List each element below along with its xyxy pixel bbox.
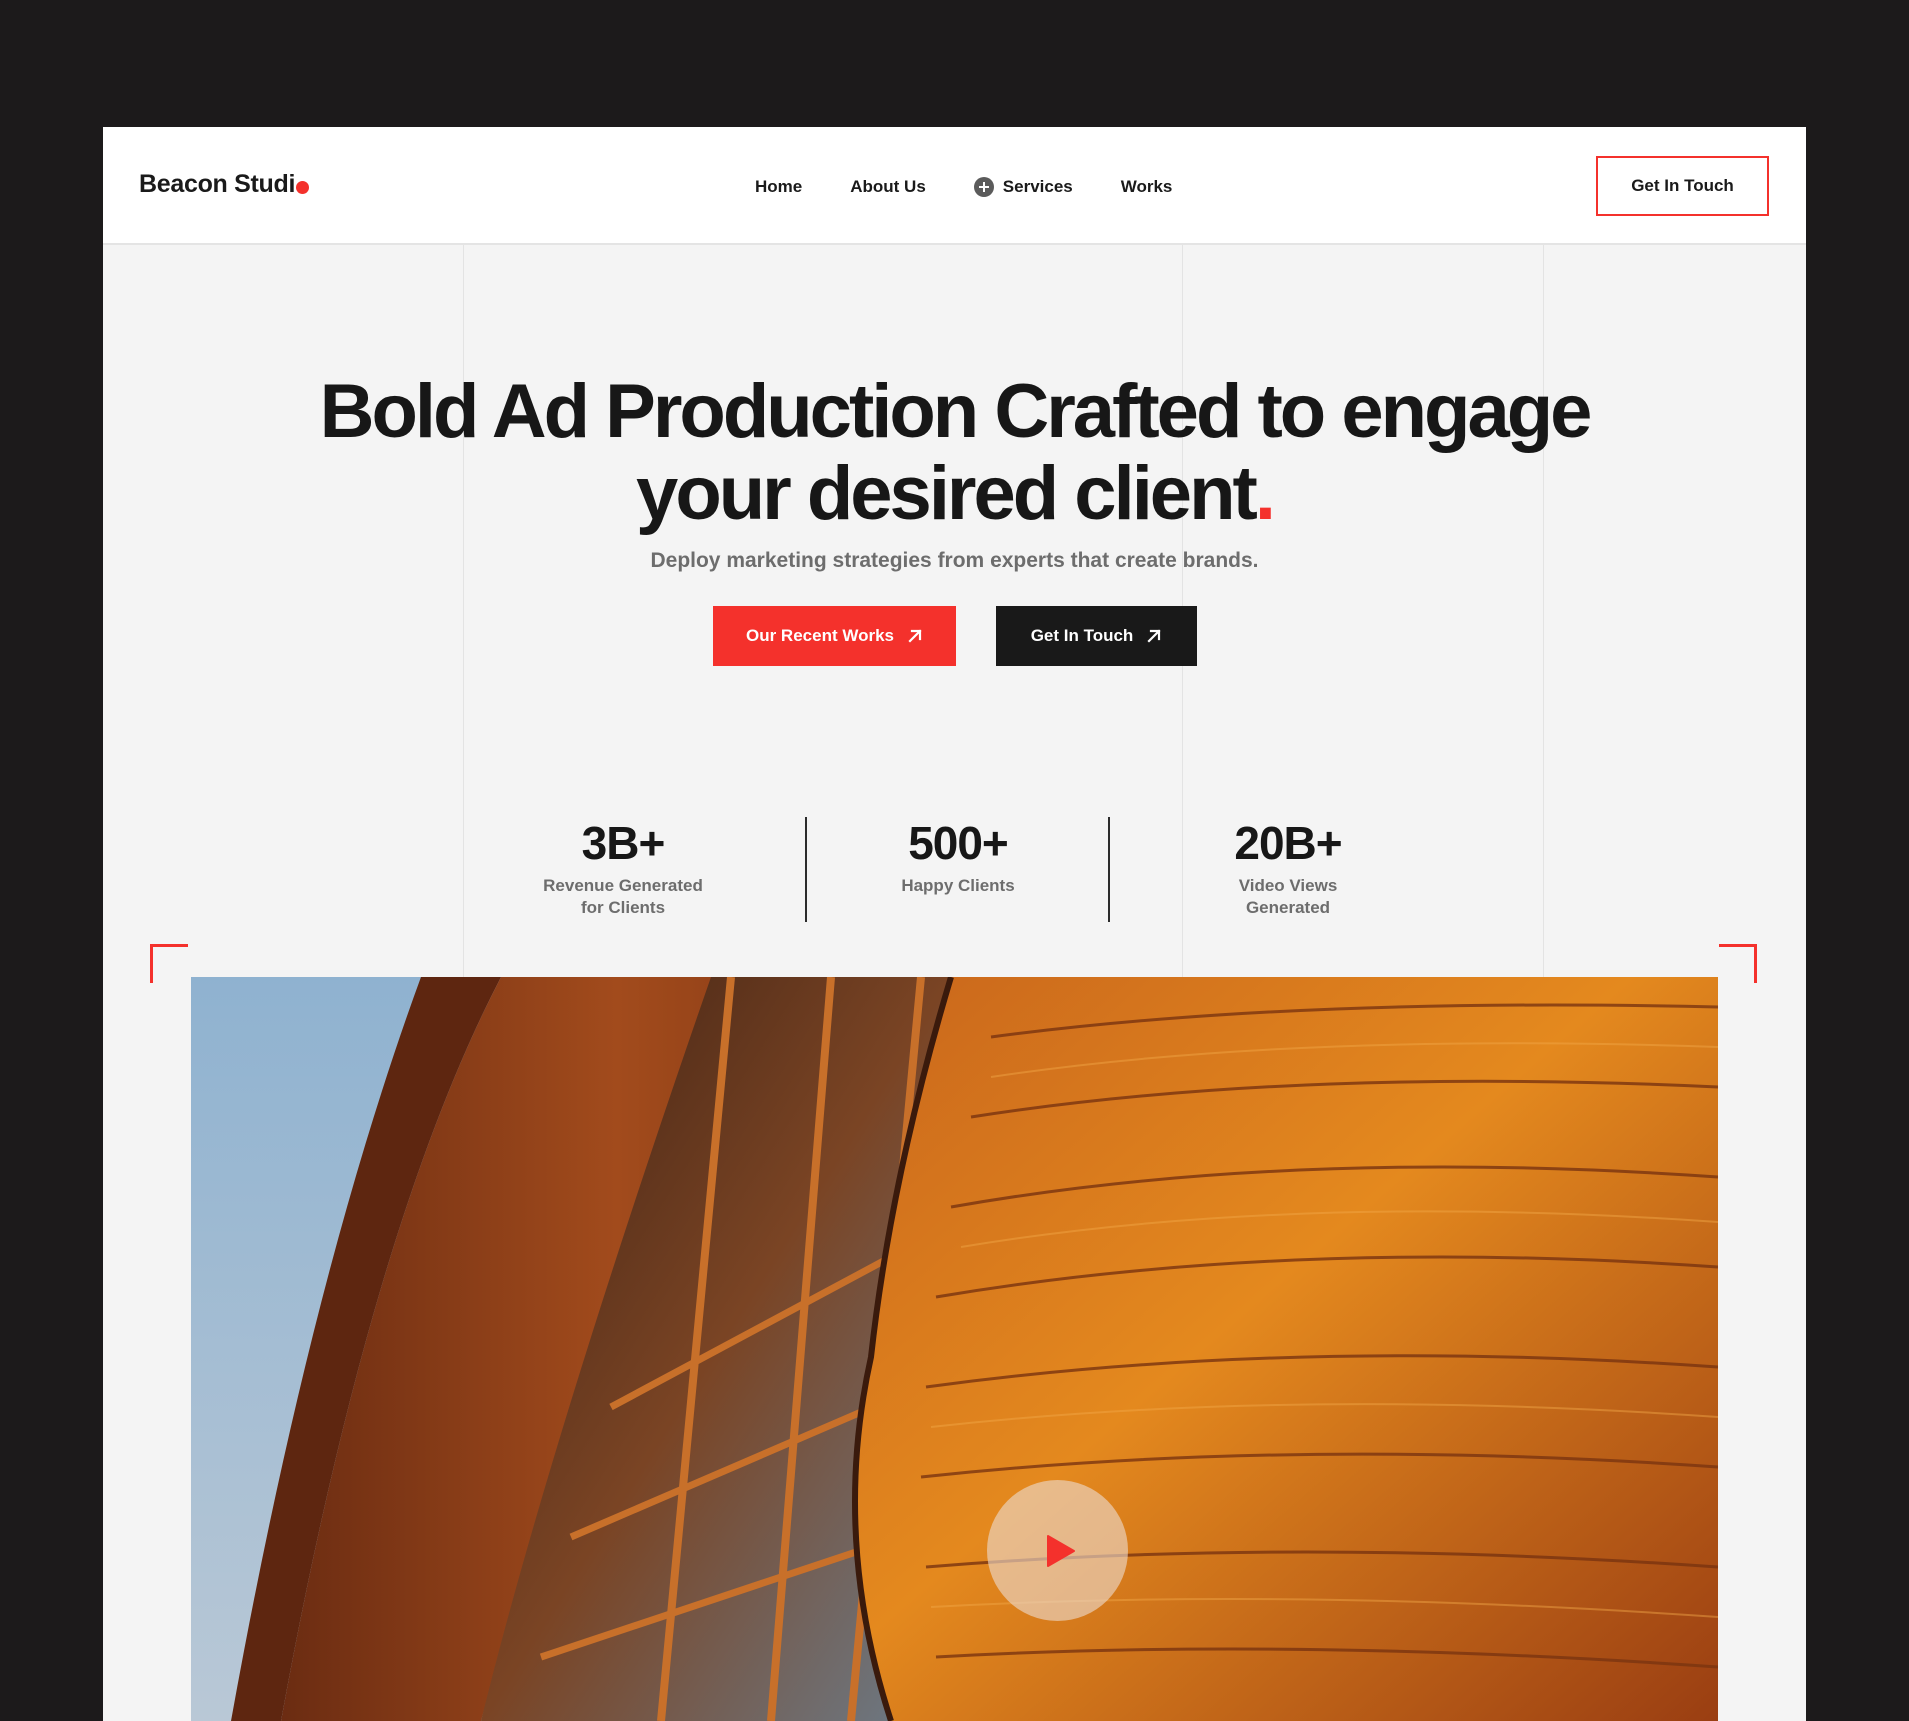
- stat-divider: [805, 817, 807, 922]
- stat-label-line: Video Views: [1238, 876, 1338, 895]
- nav-works[interactable]: Works: [1121, 177, 1173, 197]
- site-header: Beacon Studi Home About Us Services Work…: [103, 127, 1806, 245]
- stat-label-line: Happy Clients: [901, 876, 1015, 895]
- plus-circle-icon: [973, 177, 994, 197]
- hero-title: Bold Ad Production Crafted to engage you…: [103, 371, 1806, 535]
- stat-label: Video Views Generated: [1213, 875, 1363, 919]
- logo-text: Beacon Studi: [139, 170, 296, 198]
- hero-subtitle: Deploy marketing strategies from experts…: [650, 549, 1259, 572]
- play-icon: [1046, 1534, 1075, 1567]
- hero-video[interactable]: [191, 977, 1718, 1721]
- hero-get-in-touch-label: Get In Touch: [1030, 626, 1134, 645]
- nav-services[interactable]: Services: [973, 177, 1073, 197]
- hero-title-line1: Bold Ad Production Crafted to engage: [319, 369, 1593, 454]
- stat-value: 20B+: [1234, 817, 1342, 869]
- stat-label: Happy Clients: [883, 875, 1033, 897]
- stat-value: 500+: [908, 817, 1009, 869]
- our-recent-works-label: Our Recent Works: [745, 626, 894, 645]
- stat-views: 20B+ Video Views Generated: [1213, 817, 1363, 919]
- stat-revenue: 3B+ Revenue Generated for Clients: [538, 817, 708, 919]
- arrow-up-right-icon: [1147, 629, 1161, 643]
- browser-frame: Beacon Studi Home About Us Services Work…: [103, 127, 1806, 1721]
- nav-about-us[interactable]: About Us: [850, 177, 926, 197]
- hero-title-dot: .: [1254, 451, 1276, 536]
- stat-label-line: Revenue Generated: [543, 876, 703, 895]
- stat-divider: [1108, 817, 1110, 922]
- logo[interactable]: Beacon Studi: [139, 170, 310, 199]
- main-nav: Home About Us Services Works: [755, 175, 1172, 199]
- hero-get-in-touch-button[interactable]: Get In Touch: [996, 606, 1197, 666]
- arrow-up-right-icon: [908, 629, 922, 643]
- header-cta-label: Get In Touch: [1631, 176, 1734, 195]
- building-image: [191, 977, 1718, 1721]
- corner-bracket-right: [1719, 944, 1757, 983]
- stat-label-line: Generated: [1245, 898, 1331, 917]
- nav-home-label: Home: [755, 177, 803, 196]
- header-get-in-touch-button[interactable]: Get In Touch: [1596, 156, 1769, 216]
- stat-value: 3B+: [581, 817, 666, 869]
- nav-services-label: Services: [1002, 177, 1073, 196]
- stat-label-line: for Clients: [580, 898, 666, 917]
- corner-bracket-left: [150, 944, 188, 983]
- stat-label: Revenue Generated for Clients: [538, 875, 708, 919]
- our-recent-works-button[interactable]: Our Recent Works: [713, 606, 956, 666]
- stat-clients: 500+ Happy Clients: [883, 817, 1033, 897]
- nav-home[interactable]: Home: [755, 177, 802, 197]
- hero-title-line2: your desired client: [636, 451, 1258, 536]
- nav-about-us-label: About Us: [850, 177, 926, 196]
- nav-works-label: Works: [1120, 177, 1173, 196]
- logo-dot-icon: [296, 181, 310, 194]
- play-button[interactable]: [987, 1480, 1128, 1621]
